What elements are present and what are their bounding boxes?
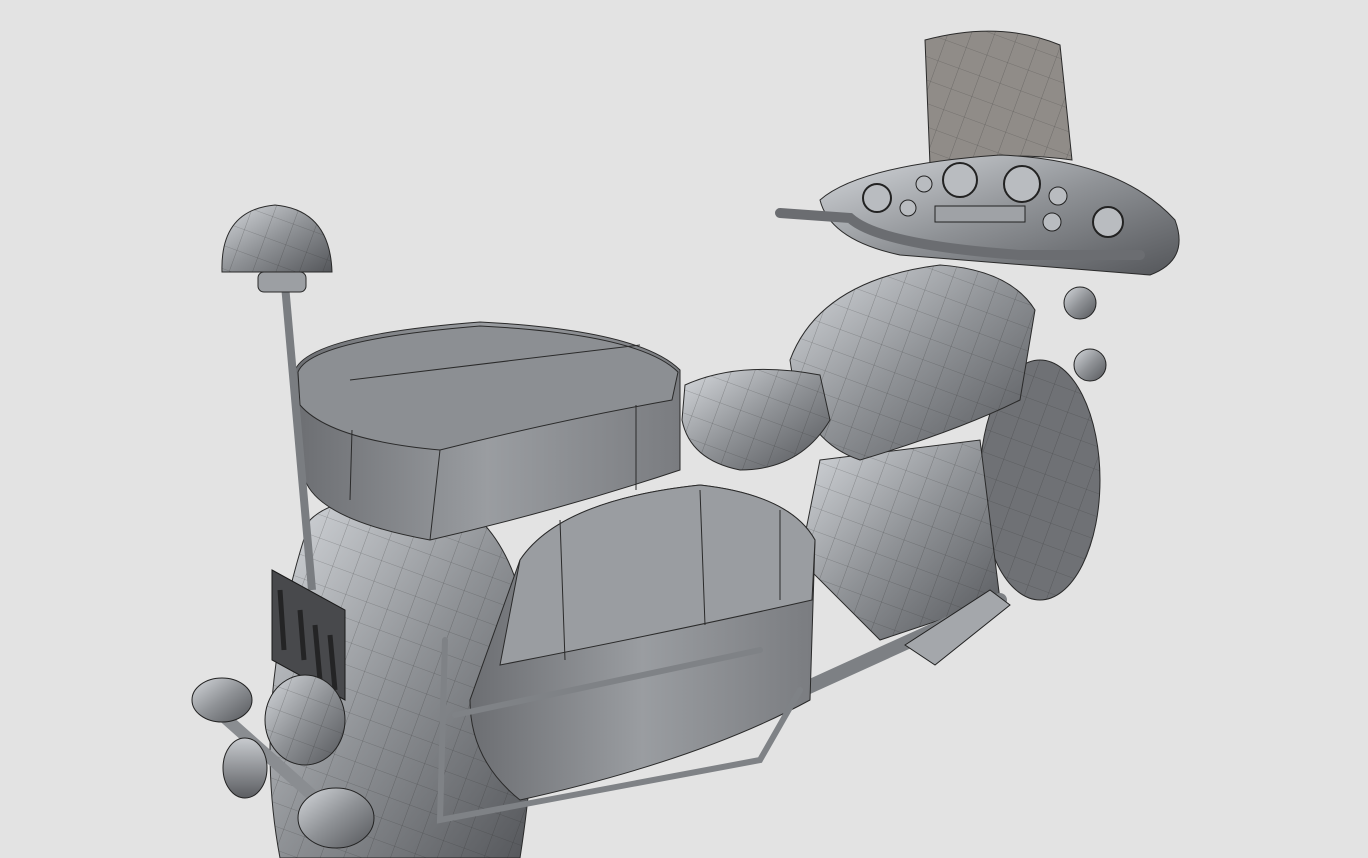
saddlebag xyxy=(436,484,816,824)
3d-viewport[interactable] xyxy=(0,0,1368,858)
seat xyxy=(681,368,831,471)
windshield xyxy=(924,30,1073,166)
motorcycle-render xyxy=(191,30,1180,858)
